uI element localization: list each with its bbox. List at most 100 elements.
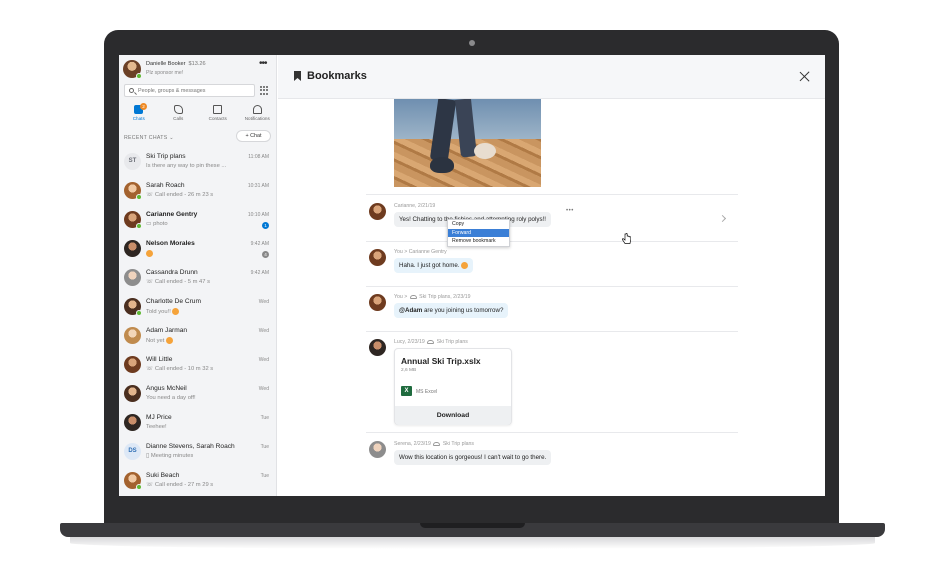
chat-item[interactable]: DS Dianne Stevens, Sarah Roach ▯ Meeting… bbox=[119, 438, 276, 467]
chat-item[interactable]: Sarah Roach ☏ Call ended - 26 m 23 s 10:… bbox=[119, 177, 276, 206]
chat-time: 9:42 AM bbox=[250, 241, 269, 247]
avatar bbox=[124, 327, 141, 344]
photo-foot bbox=[474, 143, 496, 159]
chat-preview: Is there any way to pin these ... bbox=[146, 163, 227, 169]
chat-preview-text: Call ended - 5 m 47 s bbox=[154, 279, 210, 285]
avatar bbox=[124, 298, 142, 316]
chevron-right-icon[interactable] bbox=[718, 214, 727, 223]
recent-chats-header[interactable]: RECENT CHATS ⌄ bbox=[124, 135, 174, 141]
chat-name: Adam Jarman bbox=[146, 327, 188, 334]
chat-preview-text: Not yet bbox=[146, 338, 165, 345]
bookmark-item[interactable]: Lucy, 2/23/19 Ski Trip plans Annual Ski … bbox=[366, 339, 738, 429]
search-box[interactable] bbox=[124, 84, 255, 97]
chat-item[interactable]: ST Ski Trip plans Is there any way to pi… bbox=[119, 148, 276, 177]
app-window: Danielle Booker $13.26 Plz sponsor me! ••… bbox=[119, 55, 825, 496]
message-meta: Serena, 2/23/19 Ski Trip plans bbox=[394, 441, 474, 447]
menu-item-forward[interactable]: Forward bbox=[448, 228, 509, 237]
chats-badge: 2 bbox=[140, 103, 147, 110]
presence-indicator bbox=[136, 194, 142, 200]
bookmark-item[interactable]: Carianne, 2/21/19 Yes! Chatting to the f… bbox=[366, 203, 738, 239]
download-button[interactable]: Download bbox=[395, 406, 511, 425]
tab-calls[interactable]: Calls bbox=[159, 103, 199, 125]
photo-message[interactable] bbox=[394, 99, 541, 187]
profile-avatar[interactable] bbox=[123, 60, 142, 79]
dialpad-icon[interactable] bbox=[260, 86, 268, 95]
chat-preview: You need a day off! bbox=[146, 395, 196, 401]
tab-chats[interactable]: 2 Chats bbox=[119, 103, 159, 125]
presence-indicator bbox=[136, 484, 142, 490]
chat-name: Charlotte De Crum bbox=[146, 298, 201, 305]
chat-item[interactable]: Adam Jarman Not yet Wed bbox=[119, 322, 276, 351]
meta-recipient: Ski Trip plans, 2/23/19 bbox=[419, 294, 471, 300]
more-options-icon[interactable]: ••• bbox=[566, 208, 574, 214]
bookmarks-panel: Bookmarks Carianne, 2/21/19 Yes! Chattin… bbox=[278, 55, 825, 496]
chat-item[interactable]: MJ Price Teehee! Tue bbox=[119, 409, 276, 438]
chat-time: Wed bbox=[258, 299, 269, 305]
chat-time: 9:42 AM bbox=[250, 270, 269, 276]
laptop-notch bbox=[420, 523, 525, 528]
profile-mood: Plz sponsor me! bbox=[146, 70, 184, 76]
chat-name: MJ Price bbox=[146, 414, 172, 421]
avatar bbox=[124, 182, 142, 200]
avatar bbox=[369, 294, 386, 311]
chat-item[interactable]: Will Little ☏ Call ended - 10 m 32 s Wed bbox=[119, 351, 276, 380]
chat-item[interactable]: Angus McNeil You need a day off! Wed bbox=[119, 380, 276, 409]
chat-time: 10:31 AM bbox=[247, 183, 269, 189]
group-icon bbox=[427, 339, 435, 344]
message-meta: You > Ski Trip plans, 2/23/19 bbox=[394, 294, 471, 300]
recent-chats-label: RECENT CHATS bbox=[124, 135, 168, 141]
avatar bbox=[124, 472, 142, 490]
chat-preview-text: Meeting minutes bbox=[150, 453, 194, 459]
chat-name: Nelson Morales bbox=[146, 240, 195, 247]
chat-preview-text: Call ended - 10 m 32 s bbox=[154, 366, 214, 372]
message-text: are you joining us tomorrow? bbox=[422, 307, 504, 314]
nav-tabs: 2 Chats Calls Contacts Notifications bbox=[119, 103, 277, 125]
avatar bbox=[124, 414, 141, 431]
profile[interactable]: Danielle Booker $13.26 Plz sponsor me! bbox=[123, 59, 273, 81]
chat-time: Tue bbox=[260, 444, 269, 450]
avatar bbox=[124, 356, 141, 373]
chat-time: Wed bbox=[258, 328, 269, 334]
menu-item-remove-bookmark[interactable]: Remove bookmark bbox=[448, 237, 509, 246]
chat-preview: Told you!! bbox=[146, 308, 180, 315]
chat-preview: ☏ Call ended - 10 m 32 s bbox=[146, 366, 213, 372]
file-size: 2,6 MB bbox=[401, 368, 417, 373]
bookmark-item[interactable]: You > Carianne Gentry Haha. I just got h… bbox=[366, 249, 738, 281]
bookmark-item[interactable]: Serena, 2/23/19 Ski Trip plans Wow this … bbox=[366, 441, 738, 473]
bookmark-icon bbox=[294, 71, 301, 81]
chat-item[interactable]: Cassandra Drunn ☏ Call ended - 5 m 47 s … bbox=[119, 264, 276, 293]
menu-item-copy[interactable]: Copy bbox=[448, 220, 509, 229]
avatar bbox=[369, 249, 386, 266]
avatar bbox=[369, 441, 386, 458]
chat-item[interactable]: Charlotte De Crum Told you!! Wed bbox=[119, 293, 276, 322]
chat-item[interactable]: Nelson Morales 9:42 AM 4 bbox=[119, 235, 276, 264]
context-menu: Copy Forward Remove bookmark bbox=[447, 219, 510, 247]
file-name: Annual Ski Trip.xslx bbox=[401, 356, 481, 366]
emoji-icon bbox=[172, 308, 180, 315]
bookmark-item[interactable]: You > Ski Trip plans, 2/23/19 @Adam are … bbox=[366, 294, 738, 326]
group-icon bbox=[433, 441, 441, 446]
mention[interactable]: @Adam bbox=[399, 307, 422, 314]
group-avatar: ST bbox=[124, 153, 141, 170]
avatar bbox=[124, 211, 142, 229]
tab-notifications[interactable]: Notifications bbox=[238, 103, 277, 125]
page-title: Bookmarks bbox=[307, 70, 367, 82]
file-card[interactable]: Annual Ski Trip.xslx 2,6 MB X MS Excel D… bbox=[394, 348, 512, 425]
chat-preview: Teehee! bbox=[146, 424, 167, 430]
new-chat-button[interactable]: + Chat bbox=[236, 130, 271, 142]
close-icon[interactable] bbox=[799, 71, 810, 82]
chat-time: 11:08 AM bbox=[248, 154, 269, 160]
photo-foot bbox=[430, 157, 454, 173]
tab-contacts[interactable]: Contacts bbox=[198, 103, 238, 125]
chat-item[interactable]: Suki Beach ☏ Call ended - 27 m 29 s Tue bbox=[119, 467, 276, 496]
chat-time: 10:10 AM bbox=[247, 212, 269, 218]
tab-label: Notifications bbox=[244, 116, 270, 121]
more-options-icon[interactable]: ••• bbox=[259, 59, 267, 69]
message-bubble: Haha. I just got home. bbox=[394, 258, 474, 274]
tab-label: Chats bbox=[132, 116, 145, 121]
chat-name: Cassandra Drunn bbox=[146, 269, 198, 276]
chat-preview: ☏ Call ended - 5 m 47 s bbox=[146, 279, 210, 285]
chat-item[interactable]: Carianne Gentry ▭ photo 10:10 AM 1 bbox=[119, 206, 276, 235]
hand-cursor-icon bbox=[622, 233, 631, 244]
search-input[interactable] bbox=[138, 86, 250, 96]
